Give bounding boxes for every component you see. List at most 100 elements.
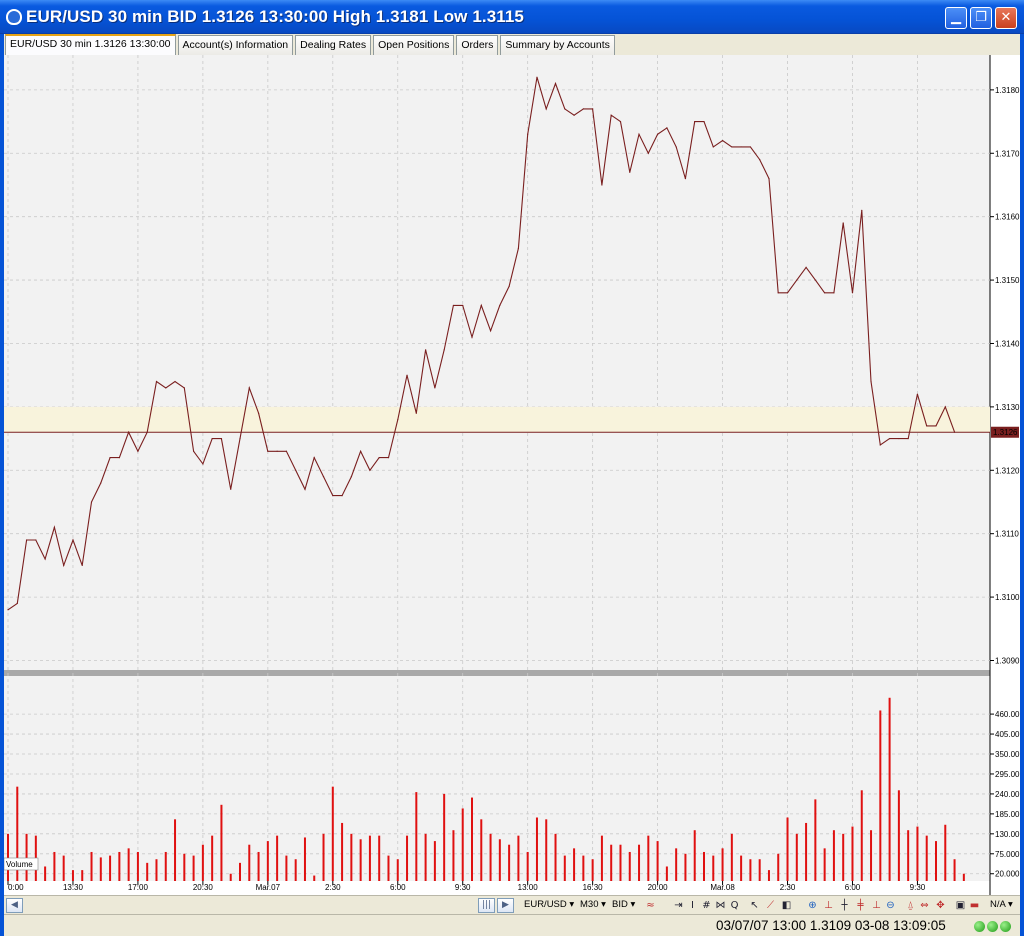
volume-bar (192, 855, 195, 881)
volume-bar (90, 851, 93, 881)
volume-bar (136, 851, 139, 881)
price-point (694, 120, 696, 123)
scroll-left-arrow[interactable]: ◀ (6, 898, 23, 913)
goto-end-icon[interactable]: ⇥ (672, 899, 685, 912)
price-point (230, 488, 232, 490)
horizontal-line-icon[interactable]: ┼ (838, 899, 851, 912)
price-point (480, 304, 482, 307)
volume-bar (628, 851, 631, 881)
crosshair-off-icon[interactable]: ⋈ (714, 899, 727, 912)
volume-bar (155, 859, 158, 881)
query-icon[interactable]: Q (728, 899, 741, 912)
time-tick-label: 13:00 (518, 883, 539, 892)
volume-bar (693, 830, 696, 881)
lock-icon[interactable]: ⍙ (904, 899, 917, 912)
na-select[interactable]: N/A ▾ (990, 899, 1013, 910)
volume-bar (71, 870, 74, 881)
color-icon[interactable]: ▬ (968, 899, 981, 912)
close-button[interactable]: ✕ (995, 7, 1017, 29)
volume-bar (860, 790, 863, 881)
time-tick-label: 20:00 (648, 883, 669, 892)
price-point (128, 431, 130, 433)
vertical-line-icon[interactable]: ⊥ (822, 899, 835, 912)
connection-status-icon-1 (974, 921, 985, 932)
line-tool-icon[interactable]: ⟋ (764, 899, 777, 912)
column-icon[interactable]: Ⅰ (686, 899, 699, 912)
tab-summary-by-accounts[interactable]: Summary by Accounts (500, 35, 615, 55)
maximize-button[interactable]: ❐ (970, 7, 992, 29)
price-point (397, 418, 399, 421)
chart-style-icon[interactable]: ≈ (644, 899, 657, 912)
price-point (304, 488, 306, 490)
volume-bar (582, 855, 585, 881)
move-all-icon[interactable]: ✥ (934, 899, 947, 912)
price-point (573, 114, 575, 116)
price-point (953, 431, 956, 433)
timeframe-select[interactable]: M30 ▾ (580, 899, 606, 910)
price-plot-area[interactable] (4, 55, 990, 670)
tab-chart[interactable]: EUR/USD 30 min 1.3126 13:30:00 (5, 34, 176, 55)
tab-account-information[interactable]: Account(s) Information (177, 35, 294, 55)
price-tick-label: 1.3150 (995, 276, 1020, 285)
tab-open-positions[interactable]: Open Positions (373, 35, 455, 55)
volume-bar (220, 804, 223, 881)
volume-bar (684, 853, 687, 881)
scroll-right-arrow[interactable]: ▶ (497, 898, 514, 913)
price-point (582, 108, 584, 110)
volume-bar (730, 833, 733, 881)
tab-dealing-rates[interactable]: Dealing Rates (295, 35, 372, 55)
price-tick-label: 1.3110 (995, 530, 1019, 539)
title-bar[interactable]: EUR/USD 30 min BID 1.3126 13:30:00 High … (0, 0, 1024, 34)
price-point (360, 450, 362, 452)
move-horizontal-icon[interactable]: ⇔ (918, 899, 931, 912)
volume-bar (740, 855, 743, 881)
price-type-select[interactable]: BID ▾ (612, 899, 635, 910)
volume-bar (879, 710, 882, 881)
volume-bar (814, 799, 817, 881)
volume-bar (786, 817, 789, 881)
tab-orders[interactable]: Orders (456, 35, 499, 55)
price-point (285, 450, 287, 452)
price-point (629, 171, 631, 173)
time-tick-label: 13:30 (63, 883, 84, 892)
zoom-in-icon[interactable]: ⊕ (806, 899, 819, 912)
zoom-out-icon[interactable]: ⊖ (884, 899, 897, 912)
instrument-select[interactable]: EUR/USD ▾ (524, 899, 574, 910)
price-point (684, 178, 687, 180)
volume-bar (313, 875, 316, 881)
fibo-icon[interactable]: ⊥ (870, 899, 883, 912)
price-point (721, 139, 724, 142)
channel-icon[interactable]: ╪ (854, 899, 867, 912)
price-point (183, 387, 185, 389)
pointer-icon[interactable]: ↖ (748, 899, 761, 912)
volume-bar (554, 833, 557, 881)
price-point (926, 425, 928, 427)
volume-bar (777, 853, 780, 881)
price-point (471, 336, 473, 338)
price-point (443, 349, 445, 351)
price-point (647, 152, 649, 154)
shape-tool-icon[interactable]: ◧ (780, 899, 793, 912)
tab-bar: EUR/USD 30 min 1.3126 13:30:00 Account(s… (4, 34, 1020, 55)
price-point (749, 146, 752, 148)
pane-splitter[interactable] (4, 670, 990, 676)
scroll-thumb[interactable]: ||| (478, 898, 495, 913)
volume-bar (795, 833, 798, 881)
indicator-icon[interactable]: ▣ (954, 899, 967, 912)
minimize-button[interactable]: ▁ (945, 7, 967, 29)
volume-bar (406, 835, 409, 881)
price-point (805, 266, 807, 268)
status-text: 03/07/07 13:00 1.3109 03-08 13:09:05 (716, 918, 946, 933)
grid-icon[interactable]: # (700, 899, 713, 912)
volume-tick-label: 240.00 (995, 790, 1020, 799)
price-point (7, 609, 9, 611)
price-chart[interactable]: 1.3180 1.3170 1.3160 1.3150 1.3140 1.3130 1.31… (4, 55, 1020, 895)
volume-bar (53, 851, 56, 881)
price-point (564, 108, 566, 110)
price-point (907, 437, 909, 440)
price-point (332, 495, 334, 497)
price-point (322, 476, 325, 478)
price-point (109, 457, 111, 459)
volume-plot-area[interactable] (4, 676, 990, 881)
price-point (257, 412, 260, 414)
